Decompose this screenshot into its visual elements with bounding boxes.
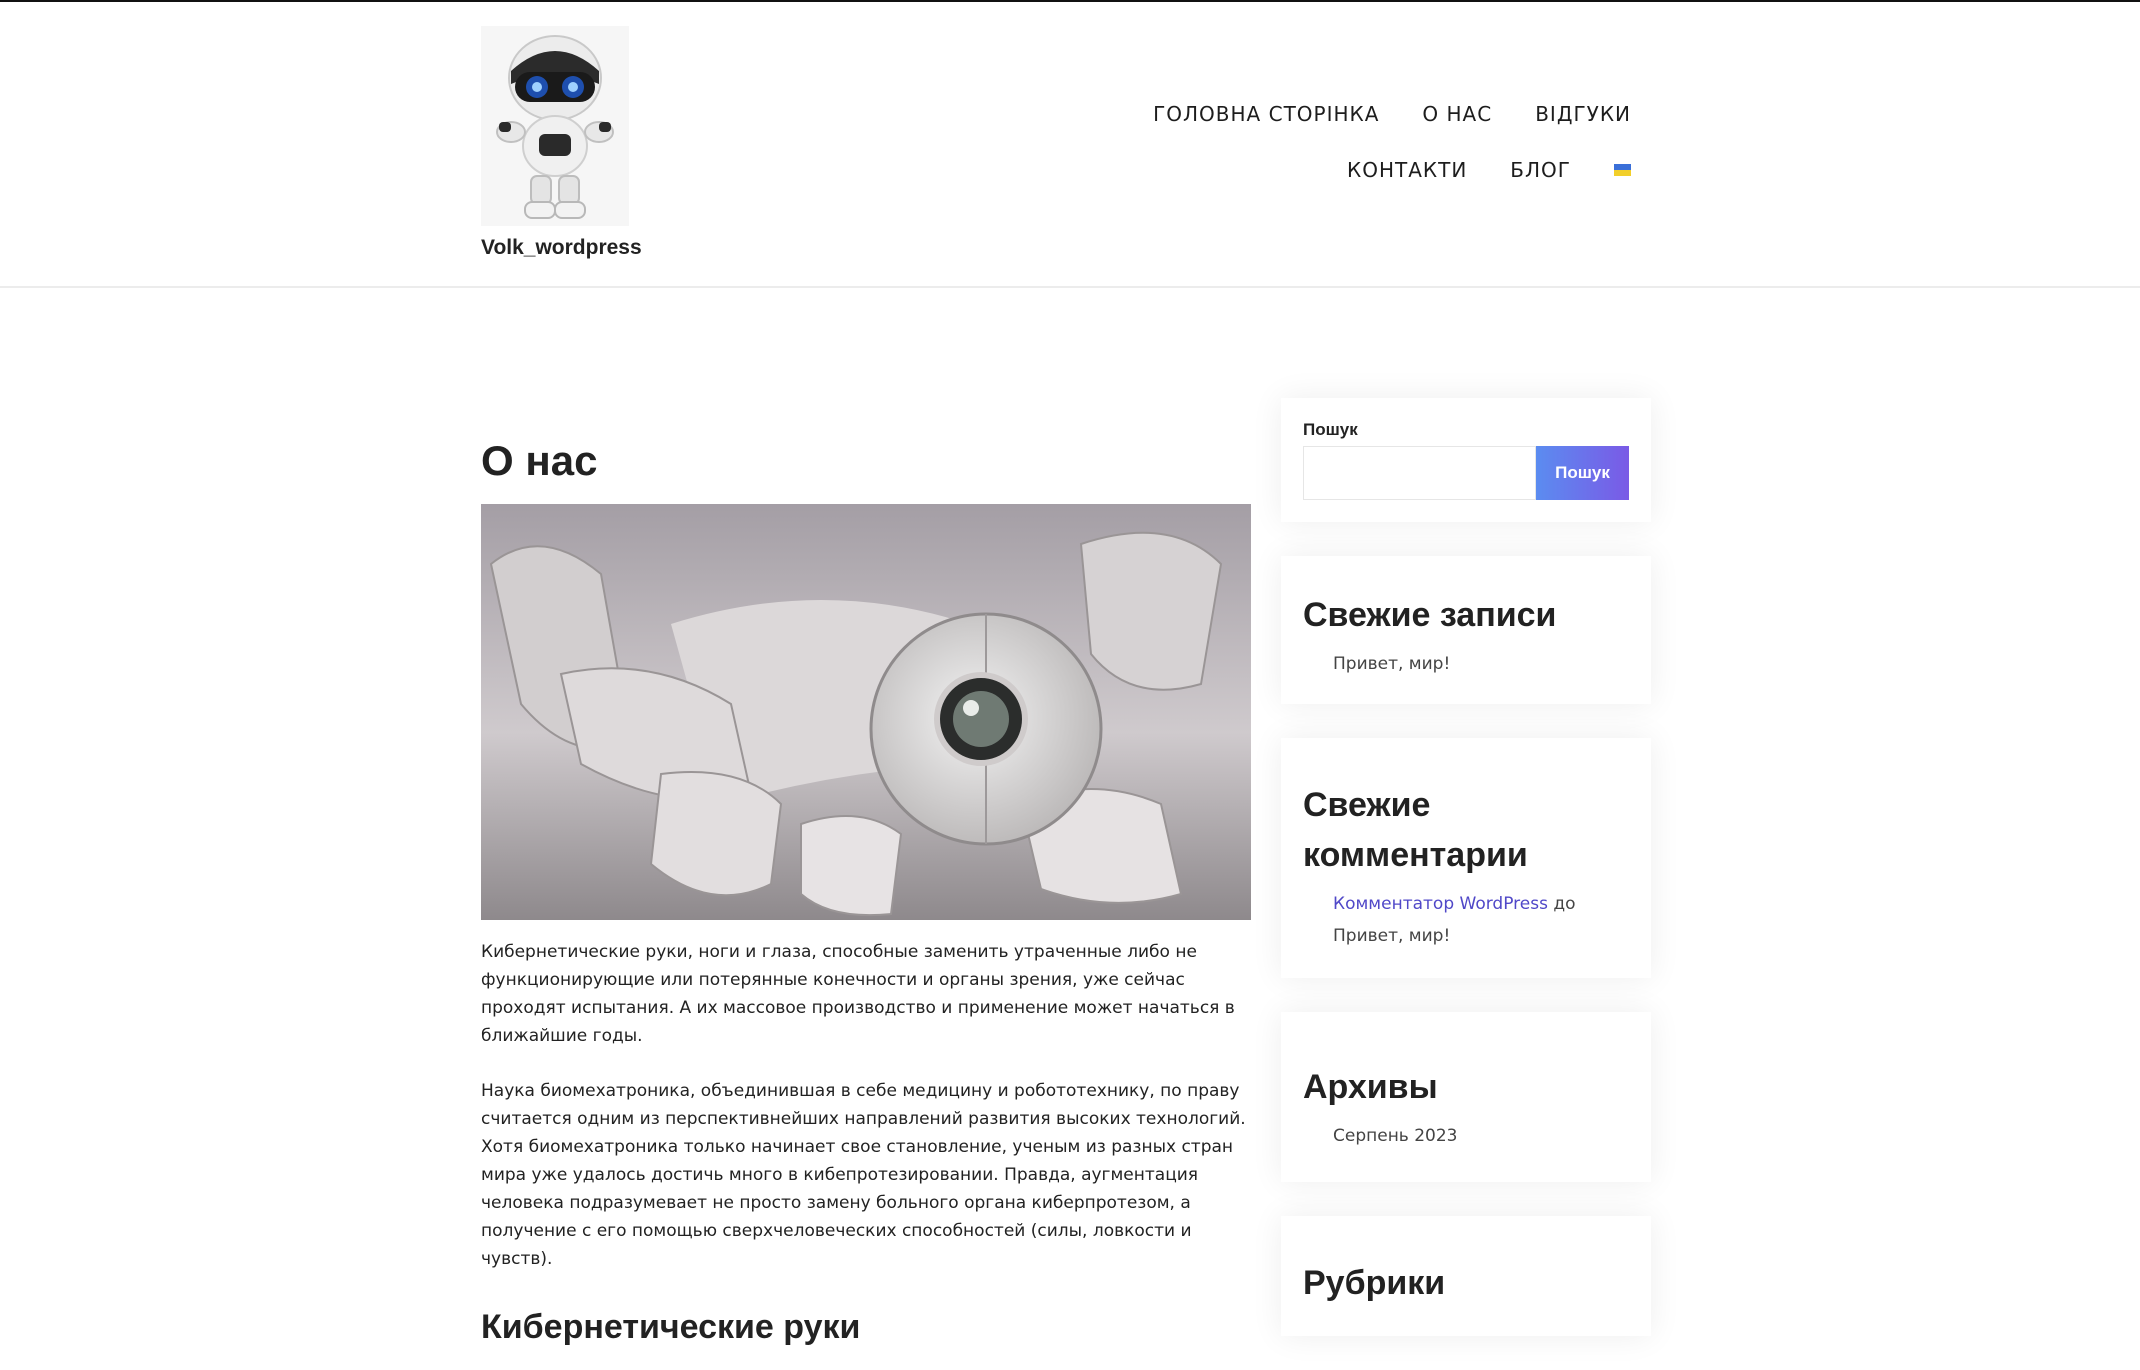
comment-author-link[interactable]: Комментатор WordPress: [1333, 894, 1548, 914]
recent-post-link[interactable]: Привет, мир!: [1333, 654, 1450, 674]
archives-widget: Архивы Серпень 2023: [1281, 1012, 1651, 1182]
recent-posts-list: Привет, мир!: [1303, 648, 1629, 680]
search-button[interactable]: Пошук: [1536, 446, 1629, 500]
intro-paragraph: Кибернетические руки, ноги и глаза, спос…: [481, 942, 1235, 1046]
recent-posts-title: Свежие записи: [1303, 596, 1557, 634]
nav-home[interactable]: ГОЛОВНА СТОРІНКА: [1153, 102, 1379, 126]
primary-nav-row-1: ГОЛОВНА СТОРІНКА О НАС ВІДГУКИ: [1153, 102, 1631, 126]
site-logo[interactable]: [481, 26, 629, 226]
comment-post-link[interactable]: Привет, мир!: [1333, 926, 1450, 946]
site-title[interactable]: Volk_wordpress: [481, 236, 642, 260]
nav-about[interactable]: О НАС: [1422, 102, 1492, 126]
recent-comments-title: Свежие комментарии: [1303, 786, 1528, 874]
recent-comments-list: Комментатор WordPress до Привет, мир!: [1303, 888, 1629, 952]
section-heading: Кибернетические руки: [481, 1308, 861, 1346]
biomechatronics-paragraph: Наука биомехатроника, объединившая в себ…: [481, 1081, 1246, 1269]
search-form: Пошук: [1303, 446, 1629, 500]
categories-widget: Рубрики: [1281, 1216, 1651, 1336]
comment-connector: до: [1553, 894, 1576, 914]
search-widget: Пошук Пошук: [1281, 398, 1651, 522]
archives-list: Серпень 2023: [1303, 1120, 1629, 1152]
search-input[interactable]: [1303, 446, 1536, 500]
sidebar: Пошук Пошук Свежие записи Привет, мир! С…: [1281, 398, 1651, 1370]
nav-reviews[interactable]: ВІДГУКИ: [1535, 102, 1631, 126]
robot-logo-image: [481, 26, 629, 226]
categories-title: Рубрики: [1303, 1264, 1446, 1302]
list-item: Серпень 2023: [1333, 1120, 1629, 1152]
list-item: Привет, мир!: [1333, 648, 1629, 680]
main-content: О нас Кибернетические руки, ноги и глаза…: [481, 436, 1251, 1347]
recent-comments-widget: Свежие комментарии Комментатор WordPress…: [1281, 738, 1651, 978]
list-item: Комментатор WordPress до Привет, мир!: [1333, 888, 1629, 952]
archive-link[interactable]: Серпень 2023: [1333, 1126, 1458, 1146]
nav-blog[interactable]: БЛОГ: [1510, 158, 1571, 182]
site-header: Volk_wordpress ГОЛОВНА СТОРІНКА О НАС ВІ…: [0, 2, 2140, 288]
cyber-hand-eye-image: [481, 504, 1251, 920]
page-title: О нас: [481, 437, 598, 484]
ukraine-flag-icon[interactable]: [1614, 164, 1631, 176]
nav-contacts[interactable]: КОНТАКТИ: [1347, 158, 1467, 182]
search-label: Пошук: [1303, 420, 1358, 439]
archives-title: Архивы: [1303, 1068, 1438, 1106]
primary-nav-row-2: КОНТАКТИ БЛОГ: [1347, 158, 1631, 182]
recent-posts-widget: Свежие записи Привет, мир!: [1281, 556, 1651, 704]
